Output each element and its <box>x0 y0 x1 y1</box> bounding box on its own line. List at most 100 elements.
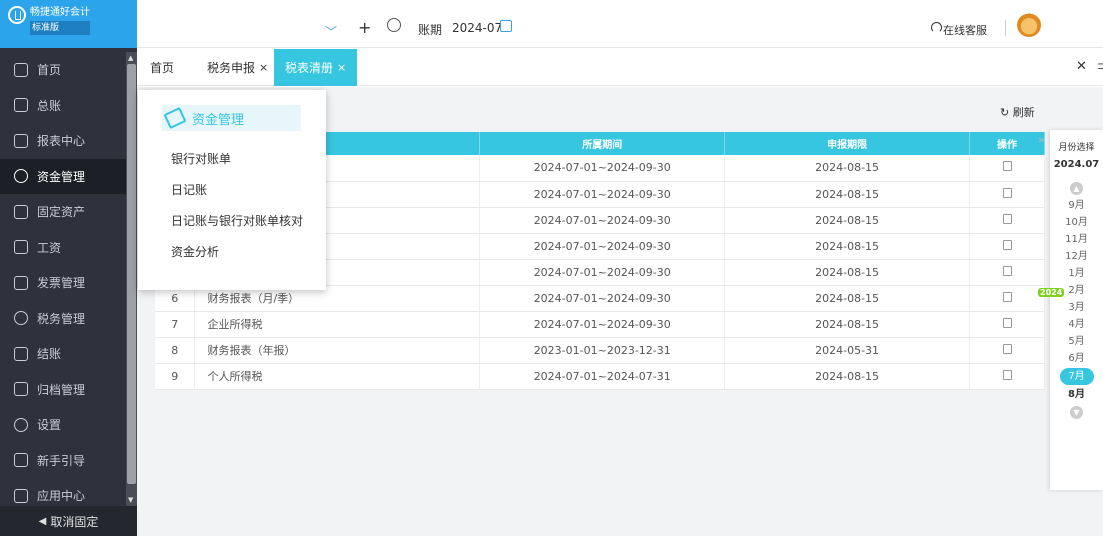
row-deadline: 2024-08-15 <box>724 259 970 286</box>
row-period: 2024-07-01~2024-09-30 <box>479 181 726 208</box>
row-deadline: 2024-08-15 <box>724 155 970 182</box>
row-deadline: 2024-05-31 <box>724 337 970 364</box>
table-row: 7 企业所得税 2024-07-01~2024-09-30 2024-08-15 <box>155 311 1045 338</box>
building-icon <box>14 204 28 219</box>
edit-icon[interactable] <box>1002 187 1012 198</box>
row-name: 财务报表（年报） <box>194 337 481 364</box>
edit-icon[interactable] <box>1002 291 1012 302</box>
scroll-down-icon[interactable]: ▼ <box>128 496 133 504</box>
sidebar-item-tax[interactable]: 税务管理 <box>0 301 126 337</box>
scroll-thumb[interactable] <box>127 64 136 484</box>
edit-icon[interactable] <box>1002 265 1012 276</box>
ledger-icon <box>14 98 28 113</box>
row-period: 2023-01-01~2023-12-31 <box>479 337 726 364</box>
sidebar-item-settings[interactable]: 设置 <box>0 407 126 443</box>
edit-icon[interactable] <box>1002 369 1012 380</box>
play-icon <box>14 453 28 468</box>
sidebar-item-home[interactable]: 首页 <box>0 52 126 88</box>
row-period: 2024-07-01~2024-07-31 <box>479 363 726 390</box>
menu-item-reconcile[interactable]: 日记账与银行对账单核对 <box>171 212 303 229</box>
invoice-icon <box>14 275 28 290</box>
refresh-button[interactable]: ↻ 刷新 <box>1000 104 1035 120</box>
collapse-panel-icon[interactable]: » <box>1038 133 1045 146</box>
menu-item-bank-statement[interactable]: 银行对账单 <box>171 150 231 167</box>
headset-icon <box>931 22 942 33</box>
sidebar-item-fixed-assets[interactable]: 固定资产 <box>0 194 126 230</box>
sidebar-item-guide[interactable]: 新手引导 <box>0 443 126 479</box>
sidebar-item-invoices[interactable]: 发票管理 <box>0 265 126 301</box>
month-option[interactable]: 10月 <box>1050 214 1103 231</box>
month-option[interactable]: 11月 <box>1050 231 1103 248</box>
menu-item-fund-analysis[interactable]: 资金分析 <box>171 243 219 260</box>
sidebar-item-closing[interactable]: 结账 <box>0 336 126 372</box>
row-no: 9 <box>155 363 196 390</box>
home-icon <box>14 62 28 77</box>
tab-tax-filing[interactable]: 税务申报 × <box>196 49 279 86</box>
col-header-action: 操作 <box>969 132 1045 155</box>
scroll-up-icon[interactable]: ▲ <box>128 54 133 62</box>
row-action <box>969 155 1045 182</box>
edit-icon[interactable] <box>1002 213 1012 224</box>
row-name: 个人所得税 <box>194 363 481 390</box>
sidebar-item-funds[interactable]: 资金管理 <box>0 158 126 194</box>
online-support-link[interactable]: 在线客服 <box>943 22 987 38</box>
more-tabs-icon[interactable]: ⊃ <box>1097 59 1103 73</box>
menu-item-journal[interactable]: 日记账 <box>171 181 207 198</box>
row-period: 2024-07-01~2024-09-30 <box>479 207 726 234</box>
chevron-down-icon[interactable]: ﹀ <box>325 23 337 40</box>
month-option[interactable]: 8月 <box>1050 386 1103 403</box>
month-option[interactable]: 4月 <box>1050 316 1103 333</box>
chevron-down-icon[interactable]: ▼ <box>1070 406 1083 419</box>
row-deadline: 2024-08-15 <box>724 233 970 260</box>
close-all-tabs-icon[interactable]: ✕ <box>1076 59 1087 74</box>
row-action <box>969 363 1045 390</box>
closing-icon <box>14 346 28 361</box>
row-action <box>969 285 1045 312</box>
edit-icon[interactable] <box>1002 239 1012 250</box>
row-period: 2024-07-01~2024-09-30 <box>479 311 726 338</box>
month-option[interactable]: 12月 <box>1050 248 1103 265</box>
avatar[interactable] <box>1017 13 1041 37</box>
period-value[interactable]: 2024-07 <box>452 21 502 35</box>
edit-icon[interactable] <box>1002 317 1012 328</box>
calendar-icon[interactable] <box>500 20 512 32</box>
row-action <box>969 207 1045 234</box>
month-option[interactable]: 3月 <box>1050 299 1103 316</box>
close-icon[interactable]: × <box>259 61 268 74</box>
brand-edition: 标准版 <box>30 21 90 35</box>
add-button[interactable]: + <box>358 18 371 37</box>
row-no: 8 <box>155 337 196 364</box>
row-action <box>969 311 1045 338</box>
sidebar-item-payroll[interactable]: 工资 <box>0 230 126 266</box>
month-selector: 月份选择 2024.07 ▲ 9月 10月 11月 12月 1月 2月 3月 4月 5月 6月 7月… <box>1038 130 1103 490</box>
month-option[interactable]: 7月 <box>1059 368 1094 385</box>
gear-icon[interactable] <box>387 18 401 32</box>
row-deadline: 2024-08-15 <box>724 363 970 390</box>
month-option[interactable]: 1月 <box>1050 265 1103 282</box>
sidebar-item-archive[interactable]: 归档管理 <box>0 372 126 408</box>
row-deadline: 2024-08-15 <box>724 207 970 234</box>
sidebar-scrollbar[interactable]: ▲ ▼ <box>126 52 137 506</box>
sidebar-item-ledger[interactable]: 总账 <box>0 88 126 124</box>
close-icon[interactable]: × <box>337 61 346 74</box>
sidebar: 畅捷通好会计 标准版 首页 总账 报表中心 资金管理 固定资产 工资 发票管理 … <box>0 0 137 536</box>
table-row: 8 财务报表（年报） 2023-01-01~2023-12-31 2024-05-31 <box>155 337 1045 364</box>
month-option[interactable]: 6月 <box>1050 350 1103 367</box>
row-deadline: 2024-08-15 <box>724 311 970 338</box>
unpin-button[interactable]: ◀ 取消固定 <box>0 506 137 536</box>
edit-icon[interactable] <box>1002 343 1012 354</box>
row-action <box>969 181 1045 208</box>
current-month: 2024.07 <box>1053 159 1100 170</box>
month-option[interactable]: 9月 <box>1050 197 1103 214</box>
edit-icon[interactable] <box>1002 161 1012 172</box>
row-action <box>969 337 1045 364</box>
flyout-title: 资金管理 <box>192 112 245 128</box>
tab-bar: 首页 税务申报 × 税表清册 × ✕ ⊃ <box>137 49 1103 86</box>
month-option[interactable]: 5月 <box>1050 333 1103 350</box>
sidebar-item-reports[interactable]: 报表中心 <box>0 123 126 159</box>
funds-flyout-menu: 资金管理 银行对账单 日记账 日记账与银行对账单核对 资金分析 <box>138 90 326 290</box>
tab-tax-list[interactable]: 税表清册 × <box>274 49 358 86</box>
tab-home[interactable]: 首页 <box>139 49 185 86</box>
brand-logo[interactable]: 畅捷通好会计 标准版 <box>0 0 137 48</box>
chevron-up-icon[interactable]: ▲ <box>1070 182 1083 195</box>
